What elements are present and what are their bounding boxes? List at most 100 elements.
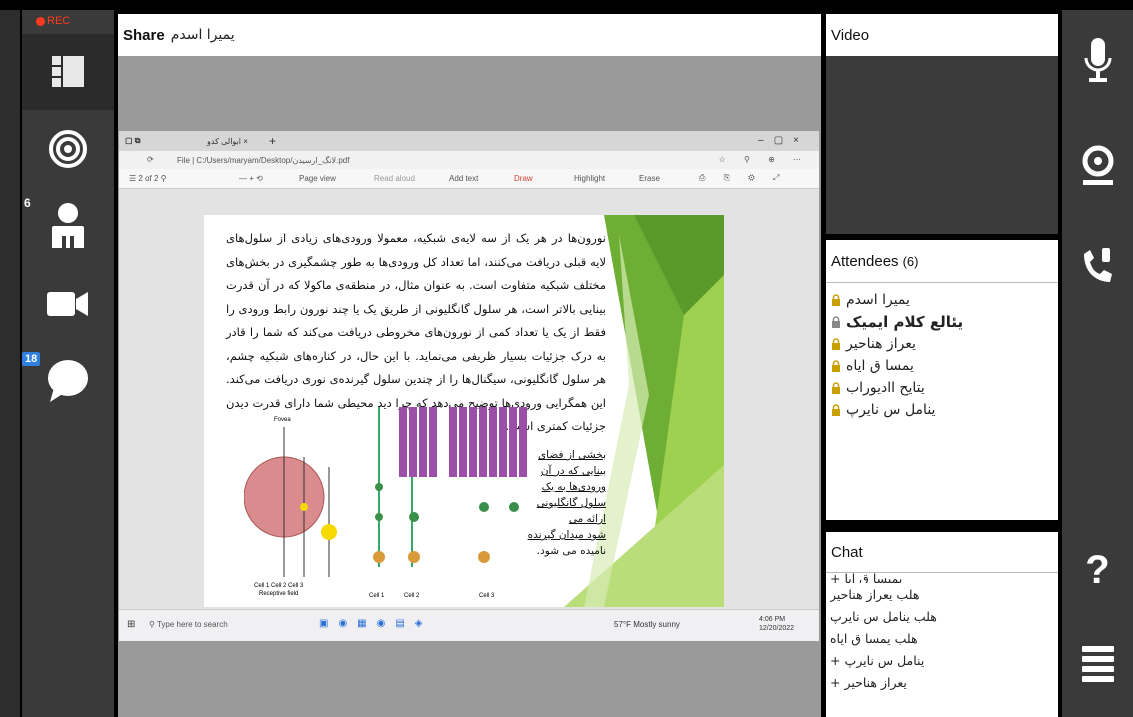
attendee-item[interactable]: یمیرا اسدم: [830, 289, 1058, 311]
pdf-toolbar: ☰ 2 of 2 ⚲ — + ⟲ Page view Read aloud Ad…: [119, 169, 819, 189]
camera-button[interactable]: [22, 272, 114, 336]
attendees-count: (6): [902, 253, 919, 269]
pdf-slide: نورون‌ها در هر یک از سه لایه‌ی شبکیه، مع…: [204, 215, 724, 607]
cell-1-label: Cell 1: [369, 593, 385, 599]
recording-label: REC: [47, 15, 71, 27]
attendee-item[interactable]: یتایح اادیوراب: [830, 377, 1058, 399]
receptive-field-label: Receptive field: [259, 591, 298, 597]
layout-button[interactable]: [22, 34, 114, 110]
caption-line: نامیده می شود.: [536, 545, 606, 557]
chat-header: Chat: [826, 532, 1058, 572]
attendee-item[interactable]: یمسا ق ایاه: [830, 355, 1058, 377]
taskbar-search-text: Type here to search: [156, 620, 228, 629]
lock-icon: [832, 338, 840, 350]
share-owner-name: یمیرا اسدم: [170, 27, 235, 43]
chat-toggle-button[interactable]: [22, 350, 114, 412]
read-aloud-button[interactable]: Read aloud: [374, 174, 415, 183]
reload-icon[interactable]: ⟳: [147, 155, 154, 164]
browser-tab-bar: ▢ ⧉ ابوالی کدو × + –▢×: [119, 131, 819, 151]
window-controls-icon: ▢ ⧉: [125, 136, 141, 145]
erase-button[interactable]: Erase: [639, 174, 660, 183]
taskbar-time: 4:06 PM: [759, 616, 786, 623]
windows-taskbar: ⊞ ⚲ Type here to search ▣◉▦◉▤◈ 57°F Most…: [119, 609, 819, 641]
browser-tab[interactable]: ابوالی کدو ×: [207, 137, 248, 146]
caption-line: بینایی که در آن: [540, 465, 606, 477]
caption-line: ارائه می: [568, 513, 606, 525]
shared-screen: ▢ ⧉ ابوالی کدو × + –▢× ⟳ File | C:/Users…: [119, 131, 819, 641]
pdf-menu-icon[interactable]: ☰ 2 of 2 ⚲: [129, 174, 167, 183]
recording-indicator: REC: [36, 13, 90, 29]
new-tab-icon[interactable]: +: [269, 134, 276, 148]
record-dot-icon: [36, 16, 45, 26]
add-text-button[interactable]: Add text: [449, 174, 478, 183]
webcam-button[interactable]: [1062, 136, 1133, 196]
slide-caption: بخشی از فضای بینایی که در آن ورودی‌ها به…: [526, 447, 606, 559]
attendee-name: یمسا ق ایاه: [846, 358, 914, 374]
attendees-divider: [826, 282, 1058, 283]
cells-label: Cell 1 Cell 2 Cell 3: [254, 583, 304, 589]
taskbar-date: 12/20/2022: [759, 625, 795, 632]
lock-icon: [832, 316, 840, 328]
attendee-name: یئالع کلام ایمیک: [846, 313, 964, 331]
taskbar-clock: 4:06 PM 12/20/2022: [759, 615, 794, 633]
participants-button[interactable]: [22, 192, 114, 260]
menu-icon: [1081, 646, 1114, 682]
polls-button[interactable]: [22, 118, 114, 180]
left-edge-strip: [0, 10, 20, 717]
draw-button[interactable]: Draw: [514, 174, 533, 183]
chat-message: + یعراز هناحیر: [830, 674, 907, 690]
caption-line: ورودی‌ها به یک: [541, 481, 606, 493]
taskbar-search[interactable]: ⚲ Type here to search: [149, 620, 228, 629]
pdf-extra-icons[interactable]: ⎙ ⎘ ⚙ ⤢: [699, 173, 787, 183]
speech-bubble-icon: [48, 360, 88, 402]
lock-icon: [832, 294, 840, 306]
right-toolbar: [1062, 10, 1133, 717]
windows-start-icon[interactable]: ⊞: [127, 619, 135, 630]
microphone-icon: [1084, 38, 1111, 82]
attendee-name: ینامل س نایرپ: [846, 402, 936, 418]
browser-tab-label: ابوالی کدو: [207, 137, 242, 146]
chat-message-list[interactable]: + یمیسا ق ایا هلب یعراز هناحیر هلب ینامل…: [826, 573, 1058, 693]
attendee-item[interactable]: یعراز هناحیر: [830, 333, 1058, 355]
video-panel-header: Video: [826, 14, 1058, 56]
layout-grid-icon: [52, 56, 84, 87]
caption-line: سلول گانگلیونی: [536, 497, 606, 509]
lock-icon: [832, 404, 840, 416]
caption-line: شود میدان گیرنده: [527, 529, 606, 541]
attendees-title: Attendees: [831, 252, 899, 270]
video-camera-icon: [47, 292, 88, 316]
chat-message: + یمیسا ق ایا: [830, 573, 903, 583]
attendee-item[interactable]: ینامل س نایرپ: [830, 399, 1058, 421]
video-title: Video: [831, 26, 870, 44]
window-buttons[interactable]: –▢×: [758, 135, 809, 146]
browser-actions-icon[interactable]: ☆ ⚲ ⊕ ⋯: [719, 155, 809, 164]
lock-icon: [832, 360, 840, 372]
zoom-controls[interactable]: — + ⟲: [239, 174, 263, 183]
attendees-header: Attendees (6): [826, 240, 1058, 282]
highlight-button[interactable]: Highlight: [574, 174, 605, 183]
attendee-name: یتایح اادیوراب: [846, 380, 925, 396]
fovea-label: Fovea: [274, 417, 291, 423]
microphone-button[interactable]: [1062, 28, 1133, 94]
taskbar-apps[interactable]: ▣◉▦◉▤◈: [319, 618, 433, 629]
cell-3-label: Cell 3: [479, 593, 495, 599]
browser-address-bar[interactable]: ⟳ File | C:/Users/maryam/Desktop/لانگ_ار…: [119, 151, 819, 169]
page-view-button[interactable]: Page view: [299, 174, 336, 183]
receptive-field-figure: Fovea Cell 1 Cell 2 Cell 3 Receptive fie…: [244, 407, 527, 599]
share-panel-header: Share یمیرا اسدم: [118, 14, 821, 56]
help-button[interactable]: ?: [1062, 540, 1133, 600]
attendees-panel: Attendees (6) یمیرا اسدم یئالع کلام ایمی…: [826, 240, 1058, 520]
chat-message: هلب ینامل س نایرپ: [830, 608, 937, 624]
taskbar-weather: 57°F Mostly sunny: [614, 620, 680, 629]
cell-2-label: Cell 2: [404, 593, 420, 599]
chat-message: هلب یمسا ق ایاه: [830, 630, 918, 646]
help-icon: ?: [1085, 547, 1110, 592]
menu-button[interactable]: [1062, 632, 1133, 692]
chat-title: Chat: [831, 543, 863, 561]
url-text: File | C:/Users/maryam/Desktop/لانگ_ارسی…: [177, 156, 350, 165]
target-icon: [49, 130, 87, 168]
caption-line: بخشی از فضای: [537, 449, 606, 461]
attendee-item[interactable]: یئالع کلام ایمیک: [830, 311, 1058, 333]
share-title: Share: [123, 26, 165, 44]
phone-button[interactable]: [1062, 236, 1133, 296]
